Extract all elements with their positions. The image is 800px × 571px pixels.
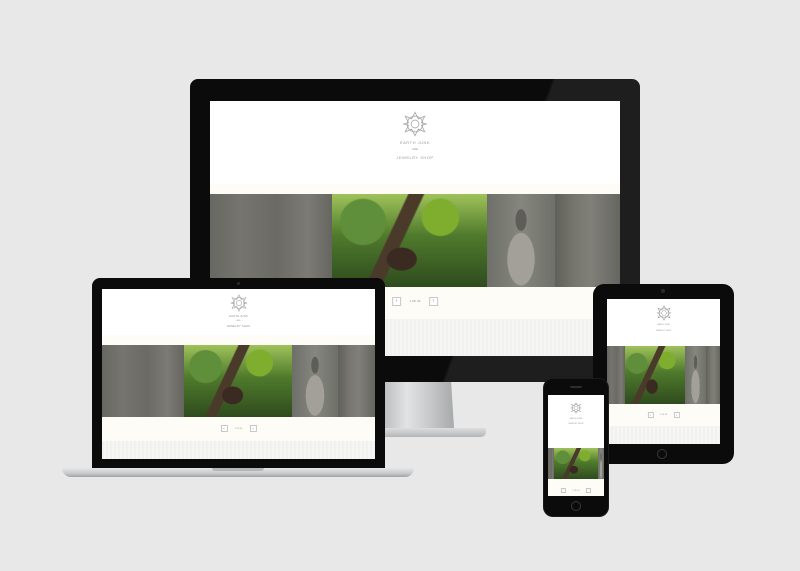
- gallery-photo-forest[interactable]: [625, 346, 685, 404]
- gallery-nav-strip: ‹ 1 OF 24 ›: [102, 417, 375, 441]
- phone-speaker: [570, 386, 582, 388]
- gallery-nav-strip: ‹ 1 OF 24 ›: [607, 404, 720, 426]
- site-header: EARTH JUNK ARE JEWELRY SHOP: [210, 101, 620, 184]
- chevron-right-icon[interactable]: ›: [586, 488, 592, 494]
- phone-screen: EARTH JUNK JEWELRY SHOP ‹ 1 OF 24 ›: [548, 395, 604, 496]
- brand-subtitle: JEWELRY SHOP: [655, 330, 672, 332]
- gallery-photo-forest[interactable]: [554, 448, 598, 479]
- mandala-logo-icon: [570, 402, 582, 414]
- monitor-stand-neck: [382, 382, 454, 428]
- phone: EARTH JUNK JEWELRY SHOP ‹ 1 OF 24 ›: [544, 379, 608, 516]
- page-footer-area: [102, 441, 375, 459]
- gallery-photo-forest[interactable]: [332, 194, 487, 287]
- photo-gallery: [210, 194, 620, 287]
- brand-tagline: ARE: [236, 320, 241, 322]
- gallery-counter: 1 OF 24: [659, 413, 668, 416]
- chevron-left-icon[interactable]: ‹: [560, 488, 566, 494]
- mandala-logo-icon: [230, 294, 248, 312]
- photo-gallery: [607, 346, 720, 404]
- tablet: EARTH JUNK JEWELRY SHOP ‹ 1 OF 24 ›: [593, 284, 734, 464]
- brand-name: EARTH JUNK: [569, 418, 583, 420]
- tablet-site: EARTH JUNK JEWELRY SHOP ‹ 1 OF 24 ›: [607, 299, 720, 444]
- social-strip: [210, 184, 620, 199]
- gallery-nav: ‹ 1 OF 24 ›: [647, 407, 680, 423]
- gallery-nav-strip: ‹ 1 OF 24 ›: [548, 479, 604, 496]
- chevron-left-icon[interactable]: ‹: [392, 297, 402, 307]
- site-header: EARTH JUNK JEWELRY SHOP: [548, 395, 604, 439]
- laptop: EARTH JUNK ARE JEWELRY SHOP ‹ 1 OF 24 ›: [92, 278, 385, 468]
- chevron-right-icon[interactable]: ›: [428, 297, 438, 307]
- brand-subtitle: JEWELRY SHOP: [226, 324, 251, 328]
- photo-gallery: [102, 345, 375, 417]
- gallery-photo-portrait[interactable]: [598, 448, 604, 479]
- gallery-photo-portrait[interactable]: [685, 346, 706, 404]
- gallery-photo-rocks[interactable]: [607, 346, 625, 404]
- tablet-home-button-icon[interactable]: [657, 449, 667, 459]
- laptop-screen: EARTH JUNK ARE JEWELRY SHOP ‹ 1 OF 24 ›: [102, 289, 375, 459]
- gallery-photo-rocks[interactable]: [210, 194, 332, 287]
- laptop-camera: [237, 282, 240, 285]
- mandala-logo-icon: [656, 305, 672, 321]
- phone-site: EARTH JUNK JEWELRY SHOP ‹ 1 OF 24 ›: [548, 395, 604, 496]
- brand-name: EARTH JUNK: [229, 314, 248, 318]
- laptop-site: EARTH JUNK ARE JEWELRY SHOP ‹ 1 OF 24 ›: [102, 289, 375, 459]
- phone-home-button-icon[interactable]: [571, 501, 581, 511]
- gallery-photo-tree[interactable]: [555, 194, 620, 287]
- page-footer-area: [607, 426, 720, 444]
- brand-name: EARTH JUNK: [657, 324, 670, 326]
- gallery-photo-tree[interactable]: [706, 346, 720, 404]
- monitor-stand-base: [368, 428, 486, 437]
- social-strip: [102, 335, 375, 351]
- brand-subtitle: JEWELRY SHOP: [568, 423, 584, 425]
- gallery-photo-portrait[interactable]: [487, 194, 555, 287]
- chevron-right-icon[interactable]: ›: [249, 425, 257, 433]
- gallery-photo-tree[interactable]: [338, 345, 375, 417]
- gallery-nav: ‹ 1 OF 24 ›: [392, 294, 438, 310]
- chevron-left-icon[interactable]: ‹: [647, 411, 654, 418]
- gallery-photo-portrait[interactable]: [292, 345, 338, 417]
- gallery-counter: 1 OF 24: [234, 427, 243, 430]
- gallery-nav: ‹ 1 OF 24 ›: [560, 483, 592, 496]
- gallery-counter: 1 OF 24: [409, 299, 421, 304]
- chevron-left-icon[interactable]: ‹: [220, 425, 228, 433]
- gallery-nav: ‹ 1 OF 24 ›: [220, 421, 257, 437]
- tablet-screen: EARTH JUNK JEWELRY SHOP ‹ 1 OF 24 ›: [607, 299, 720, 444]
- brand-subtitle: JEWELRY SHOP: [396, 155, 434, 160]
- gallery-counter: 1 OF 24: [572, 489, 580, 492]
- chevron-right-icon[interactable]: ›: [673, 411, 680, 418]
- tablet-camera: [661, 289, 665, 293]
- gallery-photo-rocks[interactable]: [102, 345, 184, 417]
- brand-tagline: ARE: [411, 147, 419, 151]
- brand-name: EARTH JUNK: [399, 140, 431, 145]
- site-header: EARTH JUNK JEWELRY SHOP: [607, 299, 720, 343]
- gallery-photo-forest[interactable]: [184, 345, 292, 417]
- mandala-logo-icon: [402, 111, 428, 137]
- laptop-notch: [212, 468, 264, 471]
- photo-gallery: [548, 448, 604, 479]
